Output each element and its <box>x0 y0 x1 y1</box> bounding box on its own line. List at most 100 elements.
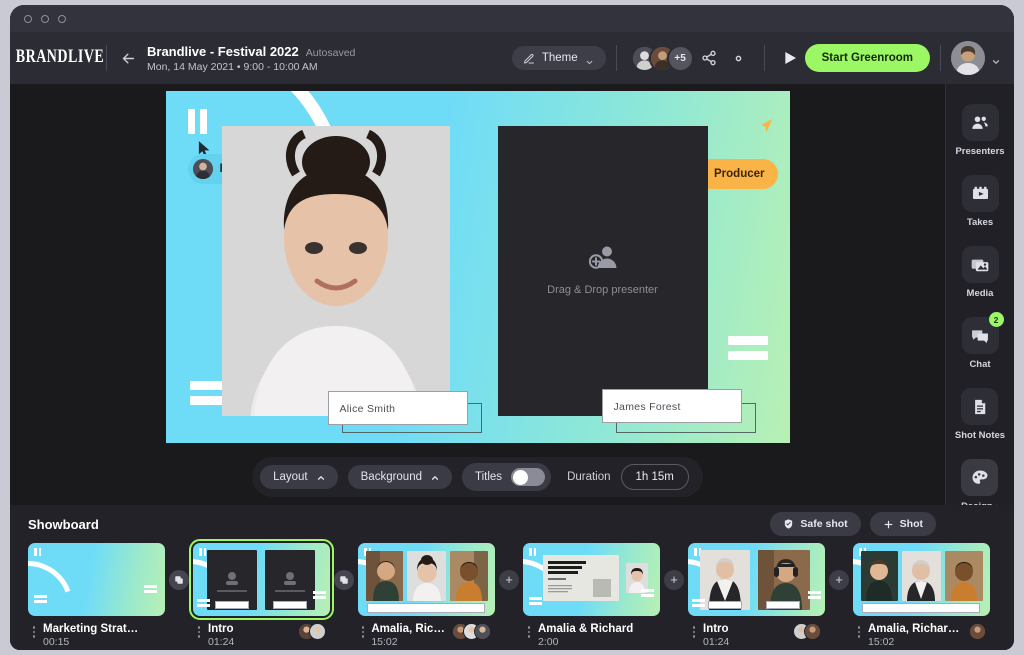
shot-thumbnail[interactable] <box>688 543 825 616</box>
add-shot-between-button[interactable]: + <box>664 569 684 590</box>
mini-name-card <box>273 601 307 609</box>
shot-connector: + <box>660 543 688 616</box>
sidebar-item-media[interactable]: Media <box>961 246 999 299</box>
plus-icon <box>883 519 894 530</box>
shot-thumbnail[interactable] <box>189 539 334 620</box>
sidebar-item-label: Media <box>966 288 994 299</box>
app-header: BRANDLIVE Brandlive - Festival 2022 Auto… <box>10 32 1014 84</box>
shot-options-button[interactable] <box>30 623 38 638</box>
avatar-overflow-count[interactable]: +5 <box>666 44 694 72</box>
right-sidebar: Presenters Takes Media 2 Chat Shot Notes <box>945 84 1014 512</box>
showboard-shot[interactable]: Intro 01:24 <box>688 543 825 648</box>
gear-icon[interactable] <box>724 43 754 73</box>
avatar <box>474 623 491 640</box>
window-close-button[interactable] <box>24 14 32 23</box>
sidebar-item-label: Presenters <box>955 146 1005 157</box>
sidebar-item-takes[interactable]: Takes <box>961 175 999 228</box>
sidebar-item-label: Chat <box>969 359 991 370</box>
shot-thumbnail[interactable] <box>853 543 990 616</box>
back-arrow-icon[interactable] <box>117 47 139 69</box>
avatar <box>804 623 821 640</box>
window-minimize-button[interactable] <box>41 14 49 23</box>
shot-options-button[interactable] <box>360 623 366 638</box>
shot-canvas[interactable]: Presenter Producer <box>165 90 790 443</box>
shot-thumbnail[interactable] <box>523 543 660 616</box>
shot-name: Marketing Strategy 2021 <box>43 623 139 635</box>
sidebar-item-presenters[interactable]: Presenters <box>955 104 1005 157</box>
start-greenroom-button[interactable]: Start Greenroom <box>804 44 930 72</box>
shot-avatars <box>298 623 330 640</box>
add-shot-button[interactable]: Shot <box>869 512 936 536</box>
shot-name: Intro <box>703 623 729 635</box>
shot-name: Amalia & Richard <box>538 623 634 635</box>
shot-options-button[interactable] <box>690 623 698 638</box>
shot-thumbnail[interactable] <box>28 543 165 616</box>
showboard-shot[interactable]: Amalia, Richard &... 15:02 <box>853 543 990 648</box>
add-shot-between-button[interactable]: + <box>829 569 849 590</box>
titles-toggle[interactable] <box>511 468 546 486</box>
shot-duration: 01:24 <box>208 636 235 648</box>
theme-dropdown[interactable]: Theme <box>511 46 606 70</box>
project-schedule: Mon, 14 May 2021 • 9:00 - 10:00 AM <box>147 60 318 73</box>
shot-name: Amalia, Richard &... <box>868 623 964 635</box>
name-card-james[interactable]: James Forest <box>601 388 742 423</box>
add-shot-between-button[interactable]: + <box>499 569 519 590</box>
avatar <box>192 158 213 179</box>
chevron-down-icon <box>585 54 594 64</box>
duration-value[interactable]: 1h 15m <box>620 464 689 490</box>
shot-connector: + <box>495 543 523 616</box>
add-person-icon <box>588 245 617 274</box>
layout-label: Layout <box>273 471 308 483</box>
shot-connector: + <box>825 543 853 616</box>
titles-label: Titles <box>475 471 503 483</box>
producer-badge-label: Producer <box>714 167 765 180</box>
decorative-dashes <box>197 599 210 607</box>
pause-icon[interactable] <box>187 108 207 134</box>
showboard-shot[interactable]: Amalia, Richard &... 15:02 <box>358 543 495 648</box>
sidebar-item-shot-notes[interactable]: Shot Notes <box>955 388 1005 441</box>
shot-options-button[interactable] <box>525 623 533 638</box>
layout-dropdown[interactable]: Layout <box>260 465 338 489</box>
shot-duration: 00:15 <box>43 636 70 648</box>
name-card-alice[interactable]: Alice Smith <box>327 390 468 425</box>
mini-name-card <box>708 601 742 609</box>
duplicate-shot-button[interactable] <box>334 569 354 590</box>
stage-column: Presenter Producer <box>10 84 945 505</box>
duplicate-shot-button[interactable] <box>169 569 189 590</box>
collaborator-avatars[interactable]: +5 <box>630 44 694 72</box>
shot-thumbnail[interactable] <box>358 543 495 616</box>
showboard-shot[interactable]: Intro 01:24 <box>189 539 334 648</box>
shot-options-button[interactable] <box>855 623 863 638</box>
safe-shot-button[interactable]: Safe shot <box>770 512 861 536</box>
shot-options-button[interactable] <box>195 623 203 638</box>
brandlive-logo[interactable]: BRANDLIVE <box>16 47 104 68</box>
presenter-tile-alice[interactable] <box>221 125 450 416</box>
showboard-shot[interactable]: Amalia & Richard 2:00 <box>523 543 660 648</box>
shot-name: Amalia, Richard &... <box>371 623 447 635</box>
showboard-shot[interactable]: Marketing Strategy 2021 00:15 <box>28 543 165 648</box>
background-dropdown[interactable]: Background <box>347 465 452 489</box>
decorative-dashes <box>692 599 705 607</box>
shot-meta: Marketing Strategy 2021 00:15 <box>28 616 165 648</box>
decorative-dashes <box>313 591 326 599</box>
chat-icon: 2 <box>961 312 1004 354</box>
mini-presenter-tile <box>945 551 983 601</box>
showboard-strip[interactable]: Marketing Strategy 2021 00:15 <box>28 539 1014 648</box>
play-icon[interactable] <box>775 43 805 73</box>
pause-icon <box>34 548 41 556</box>
user-menu-chevron-icon[interactable] <box>991 54 1000 64</box>
shot-meta: Amalia, Richard &... 15:02 <box>358 616 495 648</box>
shot-avatars <box>793 623 825 640</box>
quote-slide <box>543 555 619 601</box>
presenter-drop-zone[interactable]: Drag & Drop presenter <box>497 125 708 416</box>
mini-name-card <box>215 601 249 609</box>
shot-connector <box>165 543 193 616</box>
titles-control[interactable]: Titles <box>462 463 552 491</box>
mini-name-card <box>766 601 800 609</box>
window-titlebar <box>10 5 1014 32</box>
window-maximize-button[interactable] <box>58 14 66 23</box>
share-icon[interactable] <box>694 43 724 73</box>
sidebar-item-chat[interactable]: 2 Chat <box>961 312 1004 370</box>
presenters-icon <box>961 104 999 141</box>
user-avatar[interactable] <box>951 41 985 75</box>
